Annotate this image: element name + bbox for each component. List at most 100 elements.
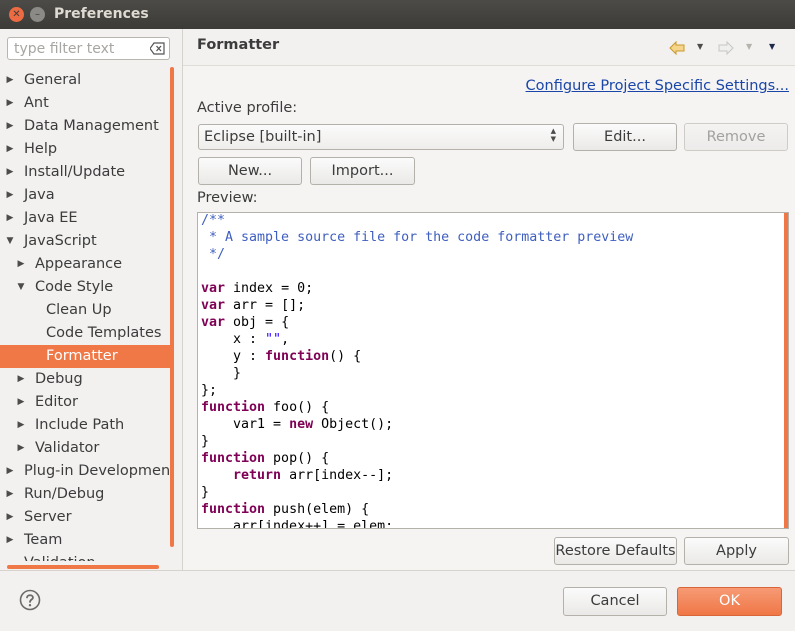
tree-item-javascript[interactable]: ▼ JavaScript xyxy=(0,230,171,253)
code-token: } xyxy=(201,485,210,500)
collapsed-arrow-icon[interactable]: ▶ xyxy=(16,253,26,276)
filter-field[interactable] xyxy=(7,37,170,60)
tree-item-label: Editor xyxy=(35,394,78,410)
remove-profile-button[interactable]: Remove xyxy=(684,123,788,151)
new-profile-button[interactable]: New... xyxy=(198,157,302,185)
collapsed-arrow-icon[interactable]: ▶ xyxy=(16,414,26,437)
tree-item-label: Help xyxy=(24,141,58,157)
formatter-settings: Configure Project Specific Settings... A… xyxy=(183,65,795,571)
view-menu-icon[interactable]: ▼ xyxy=(769,42,775,51)
collapsed-arrow-icon[interactable]: ▶ xyxy=(5,161,15,184)
filter-input[interactable] xyxy=(12,40,146,58)
ok-button[interactable]: OK xyxy=(677,587,782,616)
tree-item-label: Code Style xyxy=(35,279,114,295)
profile-select-value: Eclipse [built-in] xyxy=(204,129,322,145)
tree-item-validator[interactable]: ▶ Validator xyxy=(0,437,171,460)
tree-item-label: Validation xyxy=(24,552,96,561)
tree-item-label: Formatter xyxy=(46,348,118,364)
collapsed-arrow-icon[interactable]: ▶ xyxy=(5,506,15,529)
tree-item-label: Java EE xyxy=(24,210,78,226)
configure-project-settings-link[interactable]: Configure Project Specific Settings... xyxy=(526,78,789,94)
tree-item-label: Install/Update xyxy=(24,164,126,180)
collapsed-arrow-icon[interactable]: ▶ xyxy=(16,368,26,391)
profile-select[interactable]: Eclipse [built-in] ▲ ▼ xyxy=(198,124,564,150)
collapsed-arrow-icon[interactable]: ▶ xyxy=(5,529,15,552)
tree-item-clean-up[interactable]: Clean Up xyxy=(0,299,171,322)
code-token: x : xyxy=(201,332,266,347)
code-line: var obj = { xyxy=(201,314,633,331)
tree-item-label: Clean Up xyxy=(46,302,112,318)
tree-item-code-style[interactable]: ▼ Code Style xyxy=(0,276,171,299)
tree-horizontal-scrollbar[interactable] xyxy=(7,565,159,569)
forward-menu-icon[interactable]: ▼ xyxy=(746,42,752,51)
forward-arrow-icon[interactable] xyxy=(718,41,734,55)
tree-item-label: Plug-in Development xyxy=(24,463,171,479)
tree-item-label: Team xyxy=(24,532,63,548)
code-preview[interactable]: /** * A sample source file for the code … xyxy=(197,212,789,529)
tree-item-team[interactable]: ▶ Team xyxy=(0,529,171,552)
tree-item-plug-in-development[interactable]: ▶ Plug-in Development xyxy=(0,460,171,483)
tree-item-validation[interactable]: Validation xyxy=(0,552,171,561)
minimize-window-icon[interactable]: – xyxy=(30,7,45,22)
collapsed-arrow-icon[interactable]: ▶ xyxy=(5,184,15,207)
tree-item-formatter[interactable]: Formatter xyxy=(0,345,171,368)
tree-item-help[interactable]: ▶ Help xyxy=(0,138,171,161)
collapsed-arrow-icon[interactable]: ▶ xyxy=(5,92,15,115)
preference-page: Formatter ▼ ▼ ▼ Configure Project Specif… xyxy=(183,29,795,571)
cancel-button[interactable]: Cancel xyxy=(563,587,667,616)
tree-item-include-path[interactable]: ▶ Include Path xyxy=(0,414,171,437)
collapsed-arrow-icon[interactable]: ▶ xyxy=(16,437,26,460)
active-profile-label: Active profile: xyxy=(197,100,298,116)
collapsed-arrow-icon[interactable]: ▶ xyxy=(5,483,15,506)
tree-item-run-debug[interactable]: ▶ Run/Debug xyxy=(0,483,171,506)
clear-filter-icon[interactable] xyxy=(150,42,165,55)
expanded-arrow-icon[interactable]: ▼ xyxy=(16,276,26,299)
tree-item-data-management[interactable]: ▶ Data Management xyxy=(0,115,171,138)
tree-item-ant[interactable]: ▶ Ant xyxy=(0,92,171,115)
tree-item-editor[interactable]: ▶ Editor xyxy=(0,391,171,414)
tree-item-label: Server xyxy=(24,509,72,525)
tree-vertical-scrollbar[interactable] xyxy=(170,67,174,547)
code-token: push(elem) { xyxy=(265,502,370,517)
code-line: return arr[index--]; xyxy=(201,467,633,484)
edit-profile-button[interactable]: Edit... xyxy=(573,123,677,151)
tree-item-label: Debug xyxy=(35,371,83,387)
collapsed-arrow-icon[interactable]: ▶ xyxy=(5,115,15,138)
tree-item-general[interactable]: ▶ General xyxy=(0,69,171,92)
tree-item-appearance[interactable]: ▶ Appearance xyxy=(0,253,171,276)
tree-item-server[interactable]: ▶ Server xyxy=(0,506,171,529)
import-profile-button[interactable]: Import... xyxy=(310,157,415,185)
expanded-arrow-icon[interactable]: ▼ xyxy=(5,230,15,253)
back-menu-icon[interactable]: ▼ xyxy=(697,42,703,51)
code-token: arr[index++] = elem; xyxy=(201,519,394,529)
tree-item-java[interactable]: ▶ Java xyxy=(0,184,171,207)
collapsed-arrow-icon[interactable]: ▶ xyxy=(16,391,26,414)
code-line: }; xyxy=(201,382,633,399)
tree-item-label: Validator xyxy=(35,440,100,456)
code-token: foo() { xyxy=(265,400,330,415)
restore-defaults-button[interactable]: Restore Defaults xyxy=(554,537,677,565)
close-window-icon[interactable]: ✕ xyxy=(9,7,24,22)
tree-item-java-ee[interactable]: ▶ Java EE xyxy=(0,207,171,230)
code-token: function xyxy=(201,400,266,415)
tree-item-code-templates[interactable]: Code Templates xyxy=(0,322,171,345)
collapsed-arrow-icon[interactable]: ▶ xyxy=(5,138,15,161)
back-arrow-icon[interactable] xyxy=(669,41,685,55)
collapsed-arrow-icon[interactable]: ▶ xyxy=(5,460,15,483)
tree-item-install-update[interactable]: ▶ Install/Update xyxy=(0,161,171,184)
code-token: var xyxy=(201,315,226,330)
code-token: function xyxy=(201,451,266,466)
code-token: /** xyxy=(201,213,226,228)
code-line: y : function() { xyxy=(201,348,633,365)
help-icon[interactable] xyxy=(19,589,41,611)
preview-scrollbar[interactable] xyxy=(784,213,788,528)
collapsed-arrow-icon[interactable]: ▶ xyxy=(5,207,15,230)
code-token: "" xyxy=(265,332,282,347)
page-header: Formatter ▼ ▼ ▼ xyxy=(183,29,795,65)
apply-button[interactable]: Apply xyxy=(684,537,789,565)
collapsed-arrow-icon[interactable]: ▶ xyxy=(5,69,15,92)
code-token: index = 0; xyxy=(225,281,314,296)
tree-item-debug[interactable]: ▶ Debug xyxy=(0,368,171,391)
